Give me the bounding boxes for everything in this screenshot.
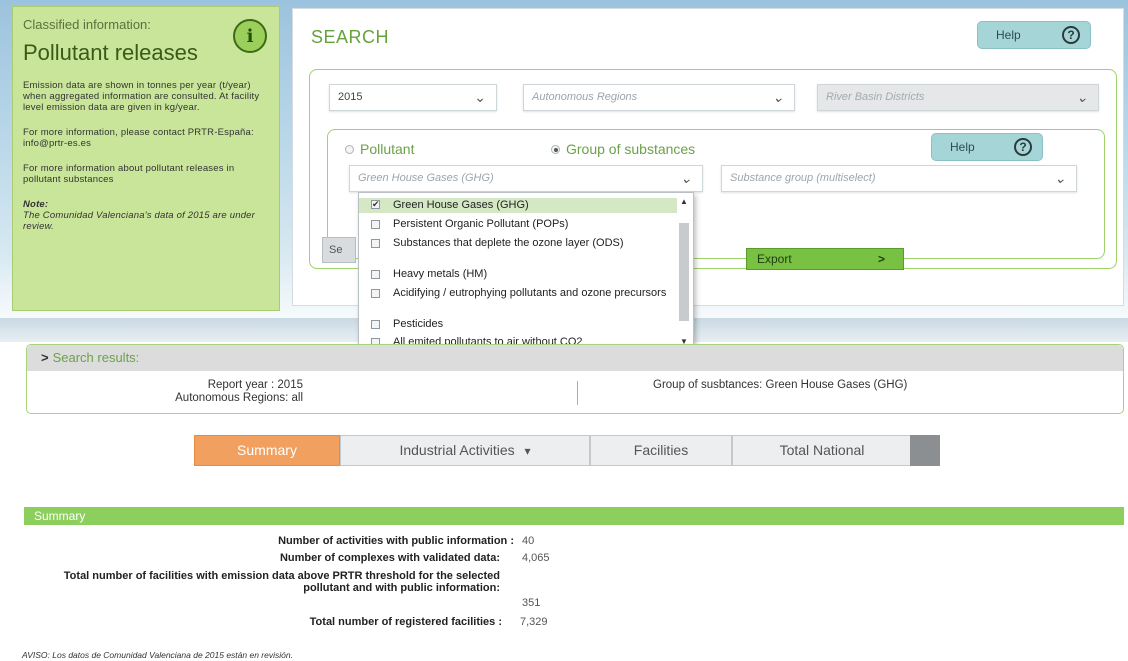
aviso-prefix: AVISO: xyxy=(22,650,50,660)
search-results-box: > Search results: Report year : 2015 Auto… xyxy=(26,344,1124,414)
dropdown-scrollbar[interactable]: ▲ ▼ xyxy=(677,197,691,349)
report-year: Report year : 2015 xyxy=(207,379,303,391)
summary-value: 4,065 xyxy=(522,552,550,564)
tab-facilities[interactable]: Facilities xyxy=(590,435,732,466)
note-label: Note: xyxy=(23,199,49,210)
summary-header: Summary xyxy=(24,507,1124,525)
autonomous-regions-placeholder: Autonomous Regions xyxy=(532,91,638,103)
search-results-header[interactable]: > Search results: xyxy=(27,345,1123,371)
tab-total-national[interactable]: Total National xyxy=(732,435,912,466)
radio-pollutant[interactable]: Pollutant xyxy=(345,141,414,157)
substance-group-placeholder: Substance group (multiselect) xyxy=(730,172,876,184)
aviso-note: AVISO: Los datos de Comunidad Valenciana… xyxy=(22,650,293,660)
help-inner-label: Help xyxy=(950,140,975,154)
info-text-units: Emission data are shown in tonnes per ye… xyxy=(23,80,260,113)
year-value: 2015 xyxy=(338,91,363,103)
chevron-down-icon: ⌄ xyxy=(474,89,486,105)
option-label: Substances that deplete the ozone layer … xyxy=(393,237,624,249)
help-button-inner[interactable]: Help ? xyxy=(931,133,1043,161)
info-badge-icon: ℹ xyxy=(233,19,267,53)
river-basin-select[interactable]: River Basin Districts ⌄ xyxy=(817,84,1099,111)
option-label: Heavy metals (HM) xyxy=(393,268,488,280)
info-panel: Classified information: Pollutant releas… xyxy=(12,6,280,311)
note-text: The Comunidad Valenciana's data of 2015 … xyxy=(23,210,256,232)
info-text-more[interactable]: For more information about pollutant rel… xyxy=(23,163,269,185)
group-dropdown-list[interactable]: Green House Gases (GHG) Persistent Organ… xyxy=(358,192,694,354)
help-button[interactable]: Help ? xyxy=(977,21,1091,49)
option-label: Persistent Organic Pollutant (POPs) xyxy=(393,218,569,230)
arrow-right-icon: > xyxy=(877,252,885,266)
aviso-text: Los datos de Comunidad Valenciana de 201… xyxy=(52,650,293,660)
summary-value: 40 xyxy=(522,535,535,547)
radio-group-substances[interactable]: Group of substances xyxy=(551,141,695,157)
option-label: Acidifying / eutrophying pollutants and … xyxy=(393,287,667,299)
dropdown-option[interactable]: Pesticides xyxy=(359,318,677,330)
page-title: Pollutant releases xyxy=(23,40,198,65)
summary-label: Total number of registered facilities : xyxy=(309,616,502,628)
checkbox[interactable] xyxy=(371,239,380,248)
export-button[interactable]: Export > xyxy=(746,248,904,270)
tab-industrial-activities[interactable]: Industrial Activities ▾ xyxy=(340,435,590,466)
summary-value: 351 xyxy=(522,597,541,609)
scroll-up-icon[interactable]: ▲ xyxy=(677,197,691,206)
scrollbar-thumb[interactable] xyxy=(679,223,689,321)
summary-value: 7,329 xyxy=(520,616,548,628)
checkbox[interactable] xyxy=(371,289,380,298)
question-icon: ? xyxy=(1014,138,1032,156)
option-label: Pesticides xyxy=(393,318,444,330)
radio-group-label: Group of substances xyxy=(566,141,696,157)
chevron-right-icon[interactable]: > xyxy=(41,350,49,365)
chevron-down-icon: ⌄ xyxy=(1076,89,1088,105)
tab-industrial-label: Industrial Activities xyxy=(399,442,515,458)
group-select[interactable]: Green House Gases (GHG) ⌄ xyxy=(349,165,703,192)
export-label: Export xyxy=(757,252,792,266)
summary-label: Total number of facilities with emission… xyxy=(63,570,500,594)
help-label: Help xyxy=(996,28,1021,42)
results-left: Report year : 2015 Autonomous Regions: a… xyxy=(27,379,303,405)
group-selected-value: Green House Gases (GHG) xyxy=(358,172,494,184)
dropdown-option[interactable]: Heavy metals (HM) xyxy=(359,268,677,280)
chevron-down-icon: ▾ xyxy=(524,444,531,458)
chevron-down-icon: ⌄ xyxy=(772,89,784,105)
checkbox[interactable] xyxy=(371,220,380,229)
search-button[interactable]: Se xyxy=(322,237,356,263)
year-select[interactable]: 2015 ⌄ xyxy=(329,84,497,111)
dropdown-option[interactable]: Green House Gases (GHG) xyxy=(359,198,677,213)
search-results-title: Search results: xyxy=(52,350,140,365)
chevron-down-icon: ⌄ xyxy=(680,170,692,186)
summary-label: Number of activities with public informa… xyxy=(278,535,514,547)
group-summary: Group of susbtances: Green House Gases (… xyxy=(653,379,908,391)
info-note: Note: The Comunidad Valenciana's data of… xyxy=(23,199,269,232)
question-icon: ? xyxy=(1062,26,1080,44)
radio-pollutant-label: Pollutant xyxy=(360,141,415,157)
tab-summary[interactable]: Summary xyxy=(194,435,340,466)
classified-label: Classified information: xyxy=(23,17,151,32)
river-basin-placeholder: River Basin Districts xyxy=(826,91,925,103)
checkbox[interactable] xyxy=(371,270,380,279)
tabs-end-cap xyxy=(910,435,940,466)
autonomous-regions-select[interactable]: Autonomous Regions ⌄ xyxy=(523,84,795,111)
summary-label: Number of complexes with validated data: xyxy=(279,552,500,564)
dropdown-option[interactable]: Persistent Organic Pollutant (POPs) xyxy=(359,218,677,230)
search-header: SEARCH xyxy=(311,27,390,47)
autonomous-regions-summary: Autonomous Regions: all xyxy=(175,392,303,404)
checkbox[interactable] xyxy=(371,198,380,210)
option-label: Green House Gases (GHG) xyxy=(393,199,529,211)
radio-group-dot[interactable] xyxy=(551,144,560,154)
info-text-contact[interactable]: For more information, please contact PRT… xyxy=(23,127,269,149)
dropdown-option[interactable]: Acidifying / eutrophying pollutants and … xyxy=(359,287,677,299)
radio-pollutant-dot[interactable] xyxy=(345,144,354,154)
dropdown-option[interactable]: Substances that deplete the ozone layer … xyxy=(359,237,677,249)
results-divider xyxy=(577,381,578,405)
substance-group-select[interactable]: Substance group (multiselect) ⌄ xyxy=(721,165,1077,192)
chevron-down-icon: ⌄ xyxy=(1054,170,1066,186)
checkbox[interactable] xyxy=(371,320,380,329)
